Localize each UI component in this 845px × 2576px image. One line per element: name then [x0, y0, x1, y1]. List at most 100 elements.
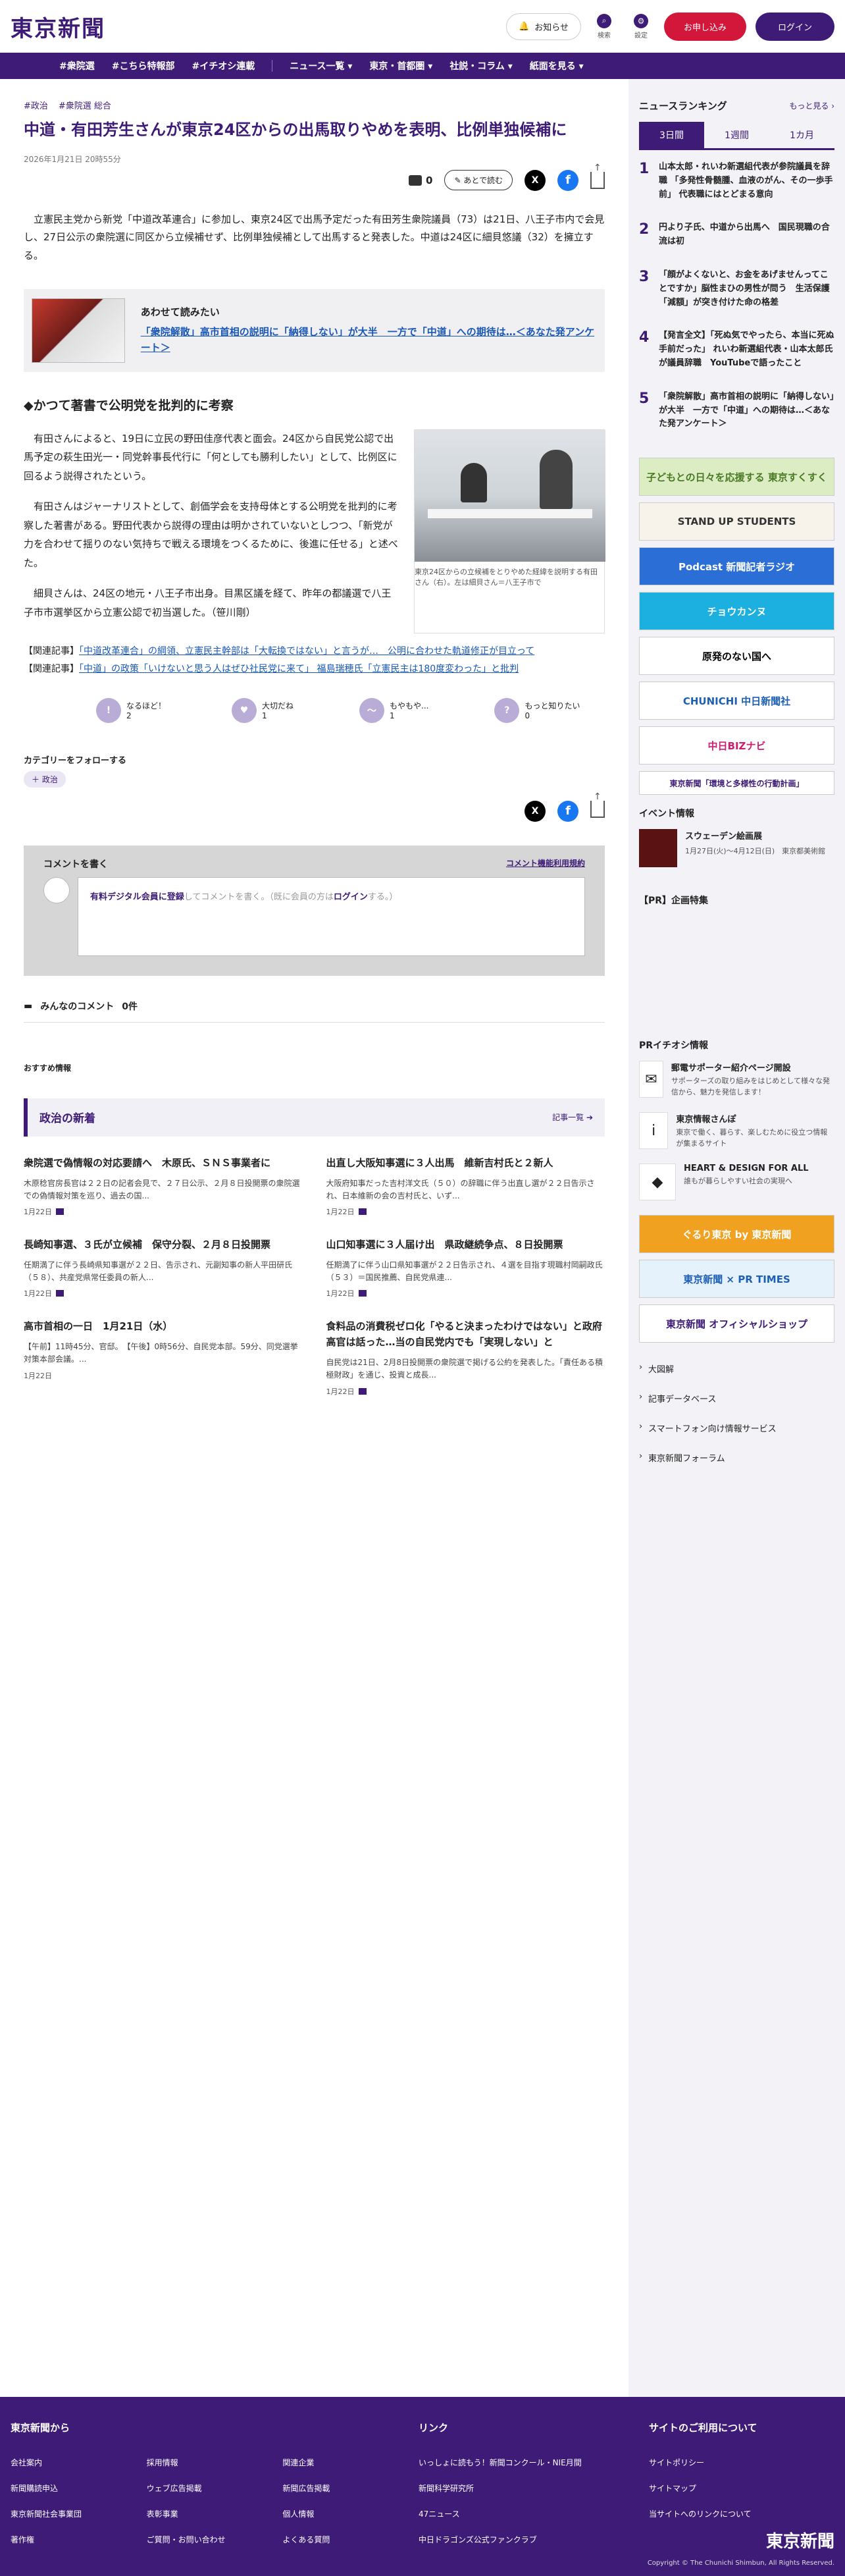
- reaction-icon: !: [96, 697, 121, 723]
- related-link[interactable]: 「衆院解散」高市首相の説明に「納得しない」が大半 一方で「中道」への期待は…＜あ…: [141, 324, 597, 356]
- footer-link[interactable]: 新聞科学研究所: [419, 2482, 609, 2494]
- ranking-item[interactable]: 2 円より子氏、中道から出馬へ 国民現職の合流は初: [639, 221, 834, 249]
- notice-button[interactable]: 🔔 お知らせ: [506, 13, 581, 40]
- ranking-more-link[interactable]: もっと見る ›: [789, 100, 834, 111]
- footer-link[interactable]: 採用情報: [147, 2457, 243, 2468]
- nav-item-tokuho[interactable]: #こちら特報部: [112, 59, 175, 72]
- news-item[interactable]: 食料品の消費税ゼロ化「やると決まったわけではない」と政府高官は話った…当の自民党…: [326, 1318, 605, 1396]
- x-share-icon[interactable]: X: [525, 169, 546, 191]
- reaction-taisetsu[interactable]: ♥ 大切だね 1: [232, 697, 294, 723]
- site-logo[interactable]: 東京新聞: [11, 11, 105, 43]
- register-link[interactable]: 有料デジタル会員に登録: [90, 892, 184, 902]
- tab-3days[interactable]: 3日間: [639, 122, 704, 148]
- reaction-moyamoya[interactable]: ～ もやもや... 1: [359, 697, 428, 723]
- share-icon[interactable]: [590, 163, 605, 189]
- article-tags: #政治 #衆院選 総合: [24, 99, 605, 111]
- share-bar: 0 ✎ あとで読む X f: [24, 163, 605, 191]
- banner-chokannu[interactable]: チョウカンヌ: [639, 592, 834, 631]
- footer-link[interactable]: ウェブ広告掲載: [147, 2482, 243, 2494]
- nav-item-tokyo[interactable]: 東京・首都圏 ▾: [369, 59, 432, 72]
- search-button[interactable]: ⌕ 検索: [590, 13, 618, 40]
- footer-link[interactable]: 会社案内: [11, 2457, 107, 2468]
- footer-link[interactable]: 新聞広告掲載: [282, 2482, 379, 2494]
- nav-item-news-list[interactable]: ニュース一覧 ▾: [290, 59, 352, 72]
- side-link[interactable]: 記事データベース: [639, 1392, 834, 1405]
- pr-item[interactable]: ◆ HEART & DESIGN FOR ALL 誰もが暮らしやすい社会の実現へ: [639, 1164, 834, 1201]
- nav-item-paper[interactable]: 紙面を見る ▾: [530, 59, 584, 72]
- x-share-icon[interactable]: X: [525, 800, 546, 822]
- notice-label: お知らせ: [534, 22, 569, 33]
- news-item[interactable]: 出直し大阪知事選に３人出馬 維新吉村氏と２新人 大阪府知事だった吉村洋文氏（５０…: [326, 1155, 605, 1217]
- event-item[interactable]: スウェーデン絵画展 1月27日(火)〜4月12日(日) 東京都美術館: [639, 829, 834, 868]
- footer-col-title: リンク: [419, 2422, 449, 2434]
- tag-politics[interactable]: #政治: [24, 99, 48, 111]
- footer-link[interactable]: いっしょに読もう！新聞コンクール・NIE月間: [419, 2457, 609, 2468]
- ranking-title: ニュースランキング: [639, 100, 727, 112]
- read-later-button[interactable]: ✎ あとで読む: [444, 170, 513, 191]
- ranking-tabs: 3日間 1週間 1カ月: [639, 122, 834, 150]
- footer-link[interactable]: 当サイトへのリンクについて: [649, 2508, 757, 2519]
- footer-logo[interactable]: 東京新聞: [766, 2528, 834, 2552]
- footer-link[interactable]: 個人情報: [282, 2508, 379, 2519]
- tab-1month[interactable]: 1カ月: [769, 122, 834, 148]
- banner-radio[interactable]: Podcast 新聞記者ラジオ: [639, 547, 834, 586]
- news-item[interactable]: 山口知事選に３人届け出 県政継続争点、８日投開票 任期満了に伴う山口県知事選が２…: [326, 1237, 605, 1299]
- facebook-share-icon[interactable]: f: [557, 169, 578, 191]
- news-item[interactable]: 衆院選で偽情報の対応要請へ 木原氏、ＳＮＳ事業者に 木原稔官房長官は２２日の記者…: [24, 1155, 303, 1217]
- banner-action-plan[interactable]: 東京新聞「環境と多様性の行動計画」: [639, 771, 834, 795]
- side-link[interactable]: 東京新聞フォーラム: [639, 1451, 834, 1464]
- pr-item[interactable]: i 東京情報さんぽ 東京で働く、暮らす、楽しむために役立つ情報が集まるサイト: [639, 1112, 834, 1150]
- footer-link[interactable]: 47ニュース: [419, 2508, 609, 2519]
- banner-biznavi[interactable]: 中日BIZナビ: [639, 726, 834, 765]
- comment-input[interactable]: 有料デジタル会員に登録してコメントを書く。（既に会員の方はログインする。）: [78, 876, 585, 956]
- settings-button[interactable]: ⚙ 設定: [627, 13, 655, 40]
- news-item[interactable]: 長崎知事選、３氏が立候補 保守分裂、２月８日投開票 任期満了に伴う長崎県知事選が…: [24, 1237, 303, 1299]
- comment-rules-link[interactable]: コメント機能利用規約: [506, 857, 585, 871]
- banner-gururi[interactable]: ぐるり東京 by 東京新聞: [639, 1215, 834, 1254]
- tag-election[interactable]: #衆院選 総合: [59, 99, 111, 111]
- footer-link[interactable]: よくある質問: [282, 2534, 379, 2545]
- login-link[interactable]: ログイン: [334, 892, 368, 902]
- footer-link[interactable]: 中日ドラゴンズ公式ファンクラブ: [419, 2534, 609, 2545]
- ranking-item[interactable]: 5 「衆院解散」高市首相の説明に「納得しない」が大半 一方で「中道」への期待は…＜…: [639, 390, 834, 431]
- nav-item-editorial[interactable]: 社説・コラム ▾: [449, 59, 512, 72]
- news-title: 衆院選で偽情報の対応要請へ 木原氏、ＳＮＳ事業者に: [24, 1156, 271, 1169]
- reaction-naruhodo[interactable]: ! なるほど！ 2: [96, 697, 166, 723]
- comment-count-button[interactable]: 0: [409, 174, 432, 186]
- footer-link[interactable]: 表彰事業: [147, 2508, 243, 2519]
- footer-link[interactable]: サイトマップ: [649, 2482, 757, 2494]
- banner-standup[interactable]: STAND UP STUDENTS: [639, 502, 834, 541]
- footer-link[interactable]: ご質問・お問い合わせ: [147, 2534, 243, 2545]
- footer-link[interactable]: 著作権: [11, 2534, 107, 2545]
- nav-item-series[interactable]: #イチオシ連載: [192, 59, 255, 72]
- banner-prtimes[interactable]: 東京新聞 × PR TIMES: [639, 1260, 834, 1299]
- ranking-item[interactable]: 3 「顔がよくないと、お金をあげませんってことですか」脳性まひの男性が問う 生活保…: [639, 269, 834, 309]
- footer-link[interactable]: 関連企業: [282, 2457, 379, 2468]
- related-link-2[interactable]: 「中道」の政策「いけないと思う人はぜひ社民党に来て」 福島瑞穂氏「立憲民主は18…: [79, 664, 519, 674]
- reaction-motto[interactable]: ? もっと知りたい 0: [494, 697, 580, 723]
- banner-chunichi[interactable]: CHUNICHI 中日新聞社: [639, 682, 834, 720]
- follow-politics-button[interactable]: ＋ 政治: [24, 770, 66, 788]
- nav-item-election[interactable]: #衆院選: [59, 59, 95, 72]
- ranking-item[interactable]: 1 山本太郎・れいわ新選組代表が参院議員を辞職 「多発性骨髄腫、血液のがん、その一…: [639, 161, 834, 201]
- share-icon[interactable]: [590, 792, 605, 818]
- pr-item[interactable]: ✉ 郵電サポーター紹介ページ開設 サポーターズの取り組みをはじめとして様々な発信か…: [639, 1061, 834, 1098]
- footer-link[interactable]: 新聞購読申込: [11, 2482, 107, 2494]
- footer-link[interactable]: サイトポリシー: [649, 2457, 757, 2468]
- banner-sukusuku[interactable]: 子どもとの日々を応援する 東京すくすく: [639, 458, 834, 496]
- facebook-share-icon[interactable]: f: [557, 800, 578, 822]
- tab-1week[interactable]: 1週間: [704, 122, 769, 148]
- related-article-box[interactable]: あわせて読みたい 「衆院解散」高市首相の説明に「納得しない」が大半 一方で「中道…: [24, 288, 605, 372]
- article-photo[interactable]: [415, 429, 605, 562]
- banner-shop[interactable]: 東京新聞 オフィシャルショップ: [639, 1304, 834, 1343]
- side-link[interactable]: スマートフォン向け情報サービス: [639, 1422, 834, 1434]
- footer-link[interactable]: 東京新聞社会事業団: [11, 2508, 107, 2519]
- ranking-item[interactable]: 4 【発言全文】「死ぬ気でやったら、本当に死ぬ手前だった」 れいわ新選組代表・山本…: [639, 329, 834, 370]
- login-button[interactable]: ログイン: [755, 12, 834, 41]
- banner-genpatsu[interactable]: 原発のない国へ: [639, 637, 834, 676]
- politics-more-link[interactable]: 記事一覧 ➔: [552, 1112, 593, 1123]
- apply-button[interactable]: お申し込み: [663, 12, 746, 41]
- news-item[interactable]: 高市首相の一日 1月21日（水） 【午前】11時45分、官邸。 【午後】0時56…: [24, 1318, 303, 1396]
- side-link[interactable]: 大図解: [639, 1362, 834, 1375]
- related-link-1[interactable]: 「中道改革連合」の綱領、立憲民主幹部は「大転換ではない」と言うが… 公明に合わせ…: [79, 646, 534, 657]
